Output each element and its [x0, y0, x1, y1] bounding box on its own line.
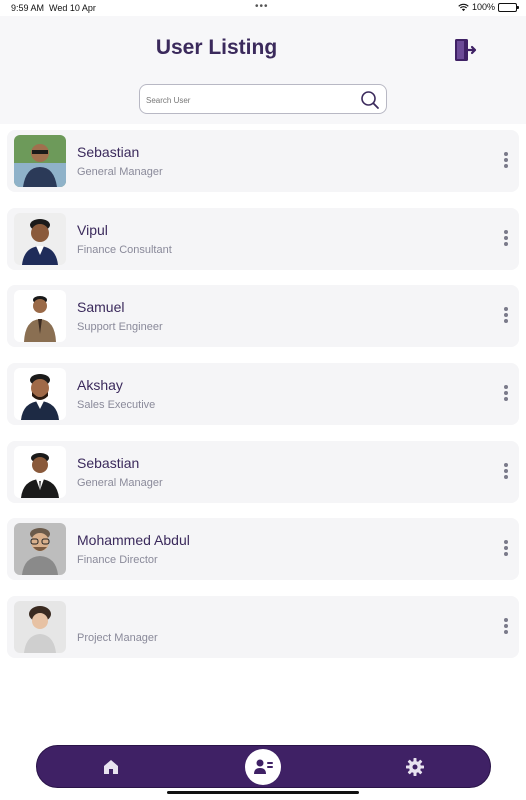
search-box	[139, 84, 387, 114]
more-vertical-icon[interactable]	[501, 462, 511, 481]
home-indicator	[167, 791, 359, 794]
page-title: User Listing	[155, 36, 278, 59]
bottom-nav	[36, 745, 491, 788]
status-time: 9:59 AM Wed 10 Apr	[11, 3, 96, 13]
user-role: Sales Executive	[77, 399, 156, 412]
user-role: Support Engineer	[77, 321, 163, 334]
user-card[interactable]: Project Manager	[7, 596, 519, 659]
user-card[interactable]: Sebastian General Manager	[7, 130, 519, 192]
search-icon[interactable]	[360, 90, 380, 110]
status-clock: 9:59 AM	[11, 3, 45, 13]
user-name: Sebastian	[77, 144, 140, 160]
status-bar: 9:59 AM Wed 10 Apr ••• 100%	[0, 0, 526, 16]
more-vertical-icon[interactable]	[501, 618, 511, 636]
more-vertical-icon[interactable]	[501, 385, 511, 403]
wifi-icon	[458, 3, 469, 11]
user-card[interactable]: Vipul Finance Consultant	[7, 207, 519, 270]
avatar	[14, 368, 66, 421]
status-date: Wed 10 Apr	[49, 3, 96, 13]
header: User Listing	[0, 16, 526, 124]
user-name: Sebastian	[77, 454, 140, 471]
user-role: General Manager	[77, 166, 163, 178]
more-vertical-icon[interactable]	[501, 152, 511, 170]
gear-icon[interactable]	[405, 757, 425, 777]
user-name: Vipul	[77, 221, 108, 238]
logout-icon[interactable]	[453, 37, 477, 63]
user-card[interactable]: Sebastian General Manager	[7, 440, 519, 503]
status-right: 100%	[458, 2, 519, 12]
multitasking-dots-icon: •••	[255, 1, 269, 12]
avatar	[14, 523, 66, 576]
home-icon[interactable]	[101, 757, 121, 777]
battery-icon	[498, 2, 519, 12]
user-name: Mohammed Abdul	[77, 532, 190, 549]
avatar	[14, 445, 66, 498]
more-vertical-icon[interactable]	[501, 307, 511, 325]
battery-percent: 100%	[471, 2, 495, 12]
search-input[interactable]	[146, 91, 356, 109]
avatar	[14, 601, 66, 654]
user-list: Sebastian General Manager Vipul Finance …	[7, 130, 519, 674]
user-role: Project Manager	[77, 632, 158, 645]
more-vertical-icon[interactable]	[501, 229, 511, 248]
user-role: Finance Director	[77, 554, 158, 567]
avatar	[14, 212, 66, 265]
user-card[interactable]: Samuel Support Engineer	[7, 285, 519, 348]
user-list-icon[interactable]	[245, 749, 281, 785]
user-role: General Manager	[77, 476, 163, 489]
avatar	[14, 290, 66, 343]
user-name: Akshay	[77, 377, 123, 394]
user-role: Finance Consultant	[77, 243, 172, 256]
user-name: Samuel	[77, 299, 125, 316]
more-vertical-icon[interactable]	[501, 540, 511, 558]
user-card[interactable]: Mohammed Abdul Finance Director	[7, 518, 519, 581]
user-card[interactable]: Akshay Sales Executive	[7, 363, 519, 426]
avatar	[14, 135, 66, 187]
